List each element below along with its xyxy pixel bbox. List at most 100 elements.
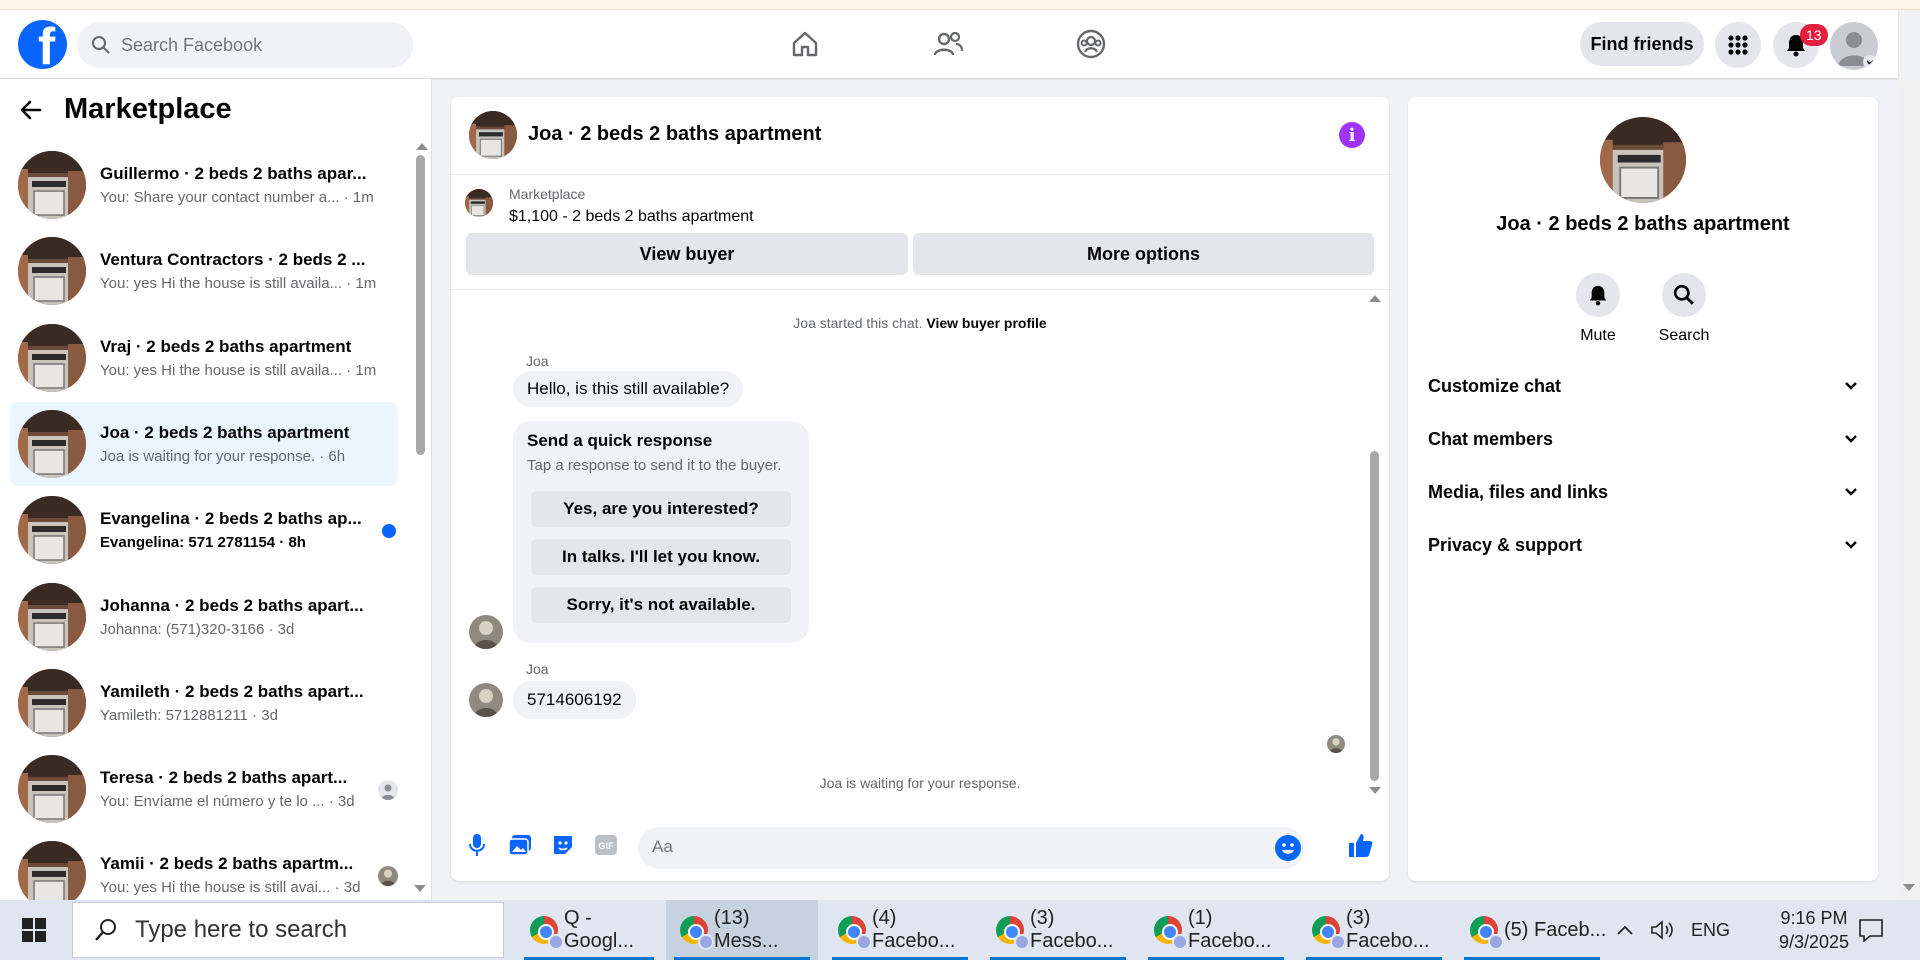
seen-avatar: [378, 866, 398, 886]
taskbar-chrome-window[interactable]: Q - Googl...: [516, 900, 662, 960]
search-in-chat-button[interactable]: Search: [1644, 273, 1724, 345]
notification-center-icon[interactable]: [1858, 900, 1884, 960]
conversation-item[interactable]: Ventura Contractors · 2 beds 2 ... You: y…: [10, 229, 398, 313]
taskbar-chrome-window[interactable]: (3) Facebo...: [982, 900, 1134, 960]
conversation-preview: You: yes Hi the house is still availa...…: [100, 275, 377, 292]
photo-icon[interactable]: [506, 831, 534, 859]
view-buyer-profile-link[interactable]: View buyer profile: [926, 315, 1046, 331]
taskbar-search[interactable]: Type here to search: [72, 902, 504, 958]
conversation-name: Yamileth · 2 beds 2 baths apart...: [100, 682, 364, 701]
find-friends-button[interactable]: Find friends: [1580, 22, 1704, 66]
info-icon[interactable]: i: [1339, 122, 1365, 148]
conversation-item[interactable]: Teresa · 2 beds 2 baths apart... You: Env…: [10, 747, 398, 831]
chat-title[interactable]: Joa · 2 beds 2 baths apartment: [528, 123, 821, 146]
conversation-preview: You: Share your contact number a... · 1m: [100, 189, 374, 206]
message-bubble[interactable]: Hello, is this still available?: [513, 371, 744, 407]
sidebar-header: Marketplace: [20, 93, 232, 126]
quick-response-not-available[interactable]: Sorry, it's not available.: [531, 587, 791, 623]
taskbar-chrome-window[interactable]: (1) Facebo...: [1140, 900, 1292, 960]
gif-icon[interactable]: GIF: [592, 831, 620, 859]
listing-thumbnail[interactable]: [465, 189, 493, 217]
facebook-logo[interactable]: f: [18, 20, 67, 69]
search-input[interactable]: [121, 34, 401, 56]
conversation-item[interactable]: Joa · 2 beds 2 baths apartment Joa is wai…: [10, 402, 398, 486]
friends-icon[interactable]: [928, 26, 968, 62]
message-input-box[interactable]: [638, 827, 1305, 869]
customize-chat-row[interactable]: Customize chat: [1428, 366, 1858, 406]
chat-scrollbar[interactable]: [1367, 291, 1381, 799]
groups-icon[interactable]: [1071, 26, 1111, 62]
chat-avatar[interactable]: [469, 111, 517, 159]
more-options-button[interactable]: More options: [913, 233, 1374, 275]
conversation-name: Evangelina · 2 beds 2 baths ap...: [100, 509, 362, 528]
taskbar-chrome-window[interactable]: (3) Facebo...: [1298, 900, 1450, 960]
details-name: Joa · 2 beds 2 baths apartment: [1496, 213, 1790, 235]
chat-header: Joa · 2 beds 2 baths apartment i: [451, 97, 1389, 175]
search-icon: [95, 919, 116, 941]
buyer-avatar[interactable]: [469, 683, 503, 717]
taskbar-clock[interactable]: 9:16 PM 9/3/2025: [1764, 906, 1864, 954]
view-buyer-button[interactable]: View buyer: [466, 233, 908, 275]
media-files-links-row[interactable]: Media, files and links: [1428, 472, 1858, 512]
taskbar-app-label: (5) Faceb...: [1504, 918, 1607, 941]
waiting-notice: Joa is waiting for your response.: [819, 775, 1021, 791]
conversation-name: Vraj · 2 beds 2 baths apartment: [100, 337, 352, 356]
language-indicator[interactable]: ENG: [1691, 900, 1730, 960]
conversation-item[interactable]: Evangelina · 2 beds 2 baths ap... Evangel…: [10, 488, 398, 572]
quick-response-card: Send a quick response Tap a response to …: [513, 421, 809, 643]
microphone-icon[interactable]: [463, 831, 491, 859]
conversation-preview: You: yes Hi the house is still availa...…: [100, 362, 377, 379]
details-avatar[interactable]: [1600, 117, 1686, 203]
taskbar-chrome-window[interactable]: (4) Facebo...: [824, 900, 976, 960]
message-composer: GIF: [451, 817, 1389, 877]
listing-thumbnail: [18, 755, 86, 823]
svg-text:GIF: GIF: [599, 841, 615, 851]
conversation-item[interactable]: Johanna · 2 beds 2 baths apart... Johanna…: [10, 575, 398, 659]
taskbar-time: 9:16 PM: [1780, 908, 1848, 928]
sidebar-scrollbar[interactable]: [414, 139, 428, 455]
account-avatar[interactable]: [1830, 22, 1878, 70]
listing-title[interactable]: $1,100 - 2 beds 2 baths apartment: [509, 208, 754, 226]
chrome-icon: [1470, 916, 1504, 950]
facebook-header: f Find friends 13: [0, 10, 1898, 78]
conversation-item[interactable]: Guillermo · 2 beds 2 baths apar... You: S…: [10, 143, 398, 227]
conversation-name: Yamii · 2 beds 2 baths apartm...: [100, 854, 354, 873]
mute-button[interactable]: Mute: [1558, 273, 1638, 345]
sidebar-scroll-down[interactable]: [414, 885, 426, 892]
listing-thumbnail: [18, 324, 86, 392]
taskbar-app-label: (4) Facebo...: [872, 907, 956, 952]
like-thumb-icon[interactable]: [1346, 831, 1374, 859]
quick-response-title: Send a quick response: [527, 431, 713, 450]
emoji-icon[interactable]: [1275, 835, 1301, 861]
windows-start-icon[interactable]: [22, 918, 46, 942]
window-scrollbar[interactable]: [1898, 78, 1920, 900]
chevron-down-icon: [1845, 488, 1857, 496]
taskbar-chrome-window[interactable]: (13) Mess...: [666, 900, 818, 960]
conversation-name: Joa · 2 beds 2 baths apartment: [100, 423, 350, 442]
volume-icon[interactable]: [1650, 900, 1674, 960]
home-icon[interactable]: [785, 26, 825, 62]
sidebar-title: Marketplace: [64, 93, 232, 125]
chat-members-row[interactable]: Chat members: [1428, 419, 1858, 459]
taskbar-chrome-window[interactable]: (5) Faceb...: [1456, 900, 1608, 960]
quick-response-yes[interactable]: Yes, are you interested?: [531, 491, 791, 527]
chrome-icon: [1312, 916, 1346, 950]
menu-grid-icon[interactable]: [1715, 22, 1761, 68]
show-hidden-icons-chevron[interactable]: [1616, 900, 1634, 960]
message-bubble[interactable]: 5714606192: [513, 681, 636, 719]
privacy-support-row[interactable]: Privacy & support: [1428, 525, 1858, 565]
conversation-preview: Joa is waiting for your response. · 6h: [100, 448, 346, 465]
conversation-preview: You: Envíame el número y te lo ... · 3d: [100, 793, 355, 810]
sticker-icon[interactable]: [549, 831, 577, 859]
conversation-item[interactable]: Yamii · 2 beds 2 baths apartm... You: yes…: [10, 833, 398, 900]
notification-count-badge: 13: [1800, 24, 1828, 46]
message-thread: Joa started this chat. View buyer profil…: [451, 291, 1389, 799]
conversation-item[interactable]: Yamileth · 2 beds 2 baths apart... Yamile…: [10, 661, 398, 745]
buyer-avatar[interactable]: [469, 615, 503, 649]
search-box[interactable]: [77, 22, 413, 68]
message-input[interactable]: [652, 837, 1212, 857]
quick-response-in-talks[interactable]: In talks. I'll let you know.: [531, 539, 791, 575]
back-arrow-icon[interactable]: [20, 99, 42, 121]
conversation-item[interactable]: Vraj · 2 beds 2 baths apartment You: yes …: [10, 316, 398, 400]
search-icon: [1673, 284, 1694, 305]
